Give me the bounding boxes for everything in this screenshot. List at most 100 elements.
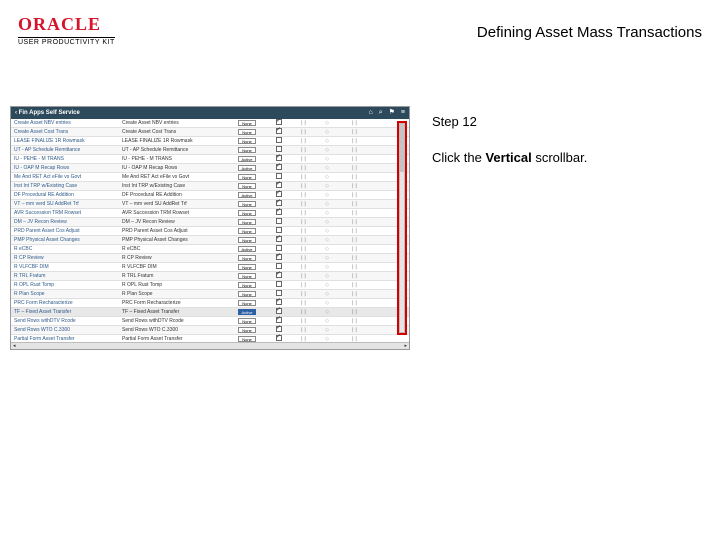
table-row[interactable]: Send Rows WTO C.3300Send Rows WTO C.3300…	[11, 326, 409, 335]
row-link[interactable]: IU - OAP M Recap Rows	[11, 165, 119, 171]
table-row[interactable]: Me And RET Act eFile vs GovtMe And RET A…	[11, 173, 409, 182]
table-row[interactable]: TF – Fixed Asset TransferTF – Fixed Asse…	[11, 308, 409, 317]
row-link[interactable]: R Plan Scope	[11, 291, 119, 297]
table-row[interactable]: DM – JV Recon ReviewDM – JV Recon Review…	[11, 218, 409, 227]
options-icon[interactable]: ❘❘	[351, 237, 357, 243]
row-checkbox[interactable]	[276, 164, 282, 170]
pause-icon[interactable]: ❘❘	[300, 210, 306, 216]
status-badge[interactable]: Active	[238, 246, 257, 252]
pause-icon[interactable]: ❘❘	[300, 237, 306, 243]
row-checkbox[interactable]	[276, 308, 282, 314]
table-row[interactable]: R VLFCBF DIMR VLFCBF DIMNone❘❘◇❘❘	[11, 263, 409, 272]
options-icon[interactable]: ❘❘	[351, 219, 357, 225]
pause-icon[interactable]: ❘❘	[300, 255, 306, 261]
pause-icon[interactable]: ❘❘	[300, 318, 306, 324]
app-header-title[interactable]: ‹ Fin Apps Self Service	[15, 110, 80, 116]
options-icon[interactable]: ❘❘	[351, 291, 357, 297]
table-row[interactable]: R Plan ScopeR Plan ScopeNone❘❘◇❘❘	[11, 290, 409, 299]
row-checkbox[interactable]	[276, 254, 282, 260]
diamond-icon[interactable]: ◇	[325, 192, 329, 198]
table-row[interactable]: AVR Succession TRM RowsetAVR Succession …	[11, 209, 409, 218]
options-icon[interactable]: ❘❘	[351, 165, 357, 171]
status-badge[interactable]: None	[238, 147, 256, 153]
diamond-icon[interactable]: ◇	[325, 291, 329, 297]
pause-icon[interactable]: ❘❘	[300, 282, 306, 288]
row-link[interactable]: PRC Form Recharacterize	[11, 300, 119, 306]
pause-icon[interactable]: ❘❘	[300, 183, 306, 189]
pause-icon[interactable]: ❘❘	[300, 327, 306, 333]
status-badge[interactable]: None	[238, 129, 256, 135]
status-badge[interactable]: None	[238, 318, 256, 324]
status-badge[interactable]: None	[238, 327, 256, 333]
row-link[interactable]: Create Asset NBV entries	[11, 120, 119, 126]
diamond-icon[interactable]: ◇	[325, 246, 329, 252]
status-badge[interactable]: None	[238, 237, 256, 243]
table-row[interactable]: R OPL Rust TompR OPL Rust TompNone❘❘◇❘❘	[11, 281, 409, 290]
hscroll-right-icon[interactable]: ▸	[404, 343, 407, 349]
row-link[interactable]: UT - AP Schedule Remittance	[11, 147, 119, 153]
row-link[interactable]: Me And RET Act eFile vs Govt	[11, 174, 119, 180]
row-checkbox[interactable]	[276, 245, 282, 251]
diamond-icon[interactable]: ◇	[325, 318, 329, 324]
row-link[interactable]: VT – mm verd SU AddRet Trf	[11, 201, 119, 207]
status-badge[interactable]: None	[238, 120, 256, 126]
table-row[interactable]: IU - PEHE - M TRANSIU - PEHE - M TRANSAc…	[11, 155, 409, 164]
options-icon[interactable]: ❘❘	[351, 300, 357, 306]
row-link[interactable]: R CP Review	[11, 255, 119, 261]
diamond-icon[interactable]: ◇	[325, 156, 329, 162]
options-icon[interactable]: ❘❘	[351, 273, 357, 279]
options-icon[interactable]: ❘❘	[351, 138, 357, 144]
table-row[interactable]: R eCBCR eCBCActive❘❘◇❘❘	[11, 245, 409, 254]
diamond-icon[interactable]: ◇	[325, 201, 329, 207]
options-icon[interactable]: ❘❘	[351, 129, 357, 135]
home-icon[interactable]: ⌂	[368, 107, 372, 119]
hscroll-left-icon[interactable]: ◂	[13, 343, 16, 349]
table-row[interactable]: Send Rows withDTV RcodeSend Rows withDTV…	[11, 317, 409, 326]
row-checkbox[interactable]	[276, 173, 282, 179]
row-checkbox[interactable]	[276, 299, 282, 305]
status-badge[interactable]: None	[238, 228, 256, 234]
table-row[interactable]: Create Asset Cost TransCreate Asset Cost…	[11, 128, 409, 137]
table-row[interactable]: Create Asset NBV entriesCreate Asset NBV…	[11, 119, 409, 128]
row-checkbox[interactable]	[276, 218, 282, 224]
table-row[interactable]: LEASE FINALIZE 1R RowmaskLEASE FINALIZE …	[11, 137, 409, 146]
row-checkbox[interactable]	[276, 263, 282, 269]
pause-icon[interactable]: ❘❘	[300, 120, 306, 126]
row-link[interactable]: Inst Int TRP w/Existing Case	[11, 183, 119, 189]
status-badge[interactable]: None	[238, 138, 256, 144]
status-badge[interactable]: Active	[238, 309, 257, 315]
status-badge[interactable]: None	[238, 282, 256, 288]
diamond-icon[interactable]: ◇	[325, 273, 329, 279]
diamond-icon[interactable]: ◇	[325, 264, 329, 270]
pause-icon[interactable]: ❘❘	[300, 219, 306, 225]
status-badge[interactable]: None	[238, 219, 256, 225]
search-icon[interactable]: ⌕	[379, 107, 383, 119]
options-icon[interactable]: ❘❘	[351, 264, 357, 270]
status-badge[interactable]: Active	[238, 192, 257, 198]
row-checkbox[interactable]	[276, 209, 282, 215]
options-icon[interactable]: ❘❘	[351, 174, 357, 180]
table-row[interactable]: IU - OAP M Recap RowsIU - OAP M Recap Ro…	[11, 164, 409, 173]
pause-icon[interactable]: ❘❘	[300, 138, 306, 144]
row-checkbox[interactable]	[276, 290, 282, 296]
options-icon[interactable]: ❘❘	[351, 327, 357, 333]
row-checkbox[interactable]	[276, 200, 282, 206]
row-link[interactable]: Send Rows withDTV Rcode	[11, 318, 119, 324]
status-badge[interactable]: None	[238, 264, 256, 270]
row-link[interactable]: R eCBC	[11, 246, 119, 252]
options-icon[interactable]: ❘❘	[351, 147, 357, 153]
status-badge[interactable]: None	[238, 183, 256, 189]
row-link[interactable]: R VLFCBF DIM	[11, 264, 119, 270]
row-checkbox[interactable]	[276, 236, 282, 242]
menu-icon[interactable]: ≡	[401, 107, 405, 119]
row-link[interactable]: PMP Physical Asset Changes	[11, 237, 119, 243]
status-badge[interactable]: None	[238, 255, 256, 261]
row-checkbox[interactable]	[276, 335, 282, 341]
diamond-icon[interactable]: ◇	[325, 210, 329, 216]
options-icon[interactable]: ❘❘	[351, 192, 357, 198]
options-icon[interactable]: ❘❘	[351, 255, 357, 261]
row-checkbox[interactable]	[276, 155, 282, 161]
row-link[interactable]: DF Procedural RE Addition	[11, 192, 119, 198]
status-badge[interactable]: None	[238, 174, 256, 180]
options-icon[interactable]: ❘❘	[351, 156, 357, 162]
